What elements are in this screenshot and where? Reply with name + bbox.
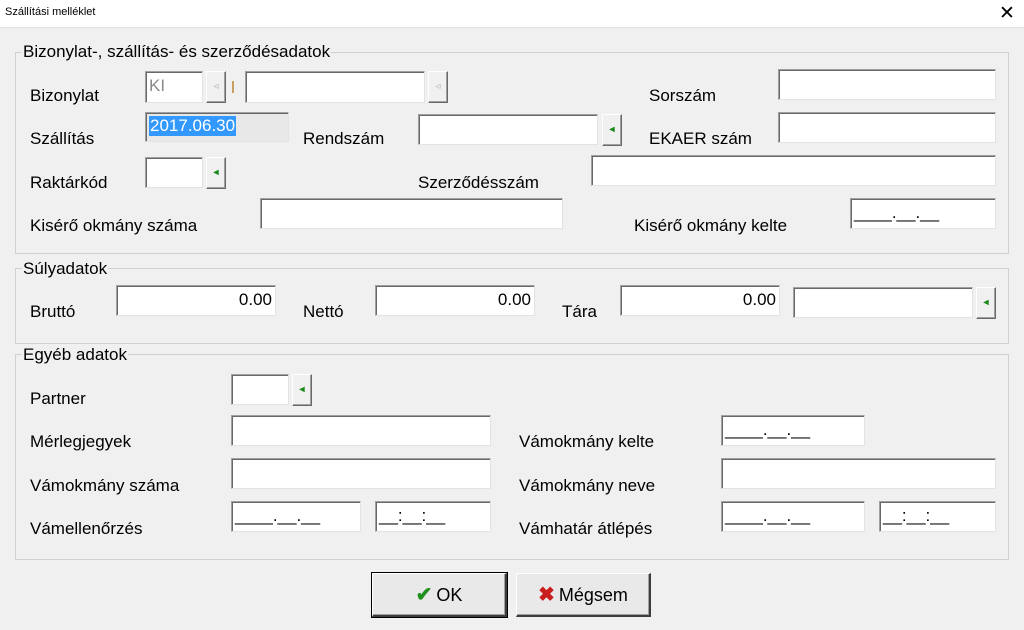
weight-unit-picker-icon[interactable]: ◂ [976, 287, 996, 319]
vamhatar-date-field[interactable]: ____.__.__ [721, 501, 865, 532]
ekaer-label: EKAER szám [649, 129, 752, 148]
tara-field[interactable]: 0.00 [620, 285, 780, 316]
szallitas-label: Szállítás [30, 129, 95, 148]
rendszam-field[interactable] [418, 114, 598, 145]
checkmark-icon: ✔ [415, 584, 433, 606]
group-document-legend: Bizonylat-, szállítás- és szerződésadato… [22, 42, 332, 62]
close-icon[interactable]: ✕ [990, 0, 1024, 27]
kisero-kelte-field[interactable]: ____.__.__ [850, 198, 996, 229]
raktarkod-picker-icon[interactable]: ◂ [206, 157, 226, 189]
raktarkod-field[interactable] [145, 157, 203, 188]
group-other-legend: Egyéb adatok [22, 345, 128, 365]
merlegjegy-label: Mérlegjegyek [30, 432, 132, 451]
brutto-label: Bruttó [30, 302, 76, 321]
cross-icon: ✖ [538, 584, 555, 606]
szallitas-date-value: 2017.06.30 [149, 116, 237, 136]
vamokmany-szama-label: Vámokmány száma [30, 476, 180, 495]
brutto-field[interactable]: 0.00 [116, 285, 276, 316]
partner-field[interactable] [231, 374, 289, 405]
kisero-szam-field[interactable] [260, 198, 563, 229]
cancel-button[interactable]: ✖ Mégsem [516, 573, 651, 617]
bizonylat-label: Bizonylat [30, 86, 99, 105]
vamellenorzes-date-field[interactable]: ____.__.__ [231, 501, 361, 532]
merlegjegy-field[interactable] [231, 415, 491, 446]
bizonylat-number-picker-icon[interactable]: ◃ [428, 71, 448, 103]
raktarkod-label: Raktárkód [30, 173, 108, 192]
vamokmany-neve-label: Vámokmány neve [519, 476, 656, 495]
kisero-szam-label: Kisérő okmány száma [30, 216, 198, 235]
window-title: Szállítási melléklet [5, 6, 96, 18]
kisero-kelte-label: Kisérő okmány kelte [634, 216, 788, 235]
szerzodes-field[interactable] [591, 155, 996, 186]
vamellenorzes-label: Vámellenőrzés [30, 519, 143, 538]
bizonylat-code-field[interactable]: KI [145, 71, 203, 103]
cancel-button-label: Mégsem [558, 585, 628, 605]
vamellenorzes-time-field[interactable]: __:__:__ [375, 501, 491, 532]
vamokmany-szama-field[interactable] [231, 458, 491, 489]
partner-picker-icon[interactable]: ◂ [292, 374, 312, 406]
ok-button-label: OK [436, 585, 463, 605]
title-bar: Szállítási melléklet ✕ [0, 0, 1024, 28]
vamokmany-kelte-field[interactable]: ____.__.__ [721, 415, 865, 446]
partner-label: Partner [30, 389, 86, 408]
szallitas-date-field[interactable]: 2017.06.30 [145, 112, 289, 142]
bizonylat-number-field[interactable] [245, 71, 425, 103]
bizonylat-code-picker-icon[interactable]: ◃ [206, 71, 226, 103]
weight-unit-field[interactable] [793, 287, 973, 318]
rendszam-label: Rendszám [303, 129, 385, 148]
ok-button[interactable]: ✔ OK [371, 572, 508, 618]
vamokmany-kelte-label: Vámokmány kelte [519, 432, 655, 451]
group-weight-legend: Súlyadatok [22, 259, 109, 279]
vamokmany-neve-field[interactable] [721, 458, 996, 489]
netto-label: Nettó [303, 302, 344, 321]
ekaer-field[interactable] [778, 112, 996, 143]
vamhatar-label: Vámhatár átlépés [519, 519, 653, 538]
tara-label: Tára [562, 302, 597, 321]
sorszam-field[interactable] [778, 69, 996, 100]
vamhatar-time-field[interactable]: __:__:__ [879, 501, 996, 532]
sorszam-label: Sorszám [649, 86, 717, 105]
rendszam-picker-icon[interactable]: ◂ [602, 114, 622, 146]
text-cursor-marker [232, 81, 234, 93]
netto-field[interactable]: 0.00 [375, 285, 535, 316]
szerzodes-label: Szerződésszám [418, 173, 539, 192]
